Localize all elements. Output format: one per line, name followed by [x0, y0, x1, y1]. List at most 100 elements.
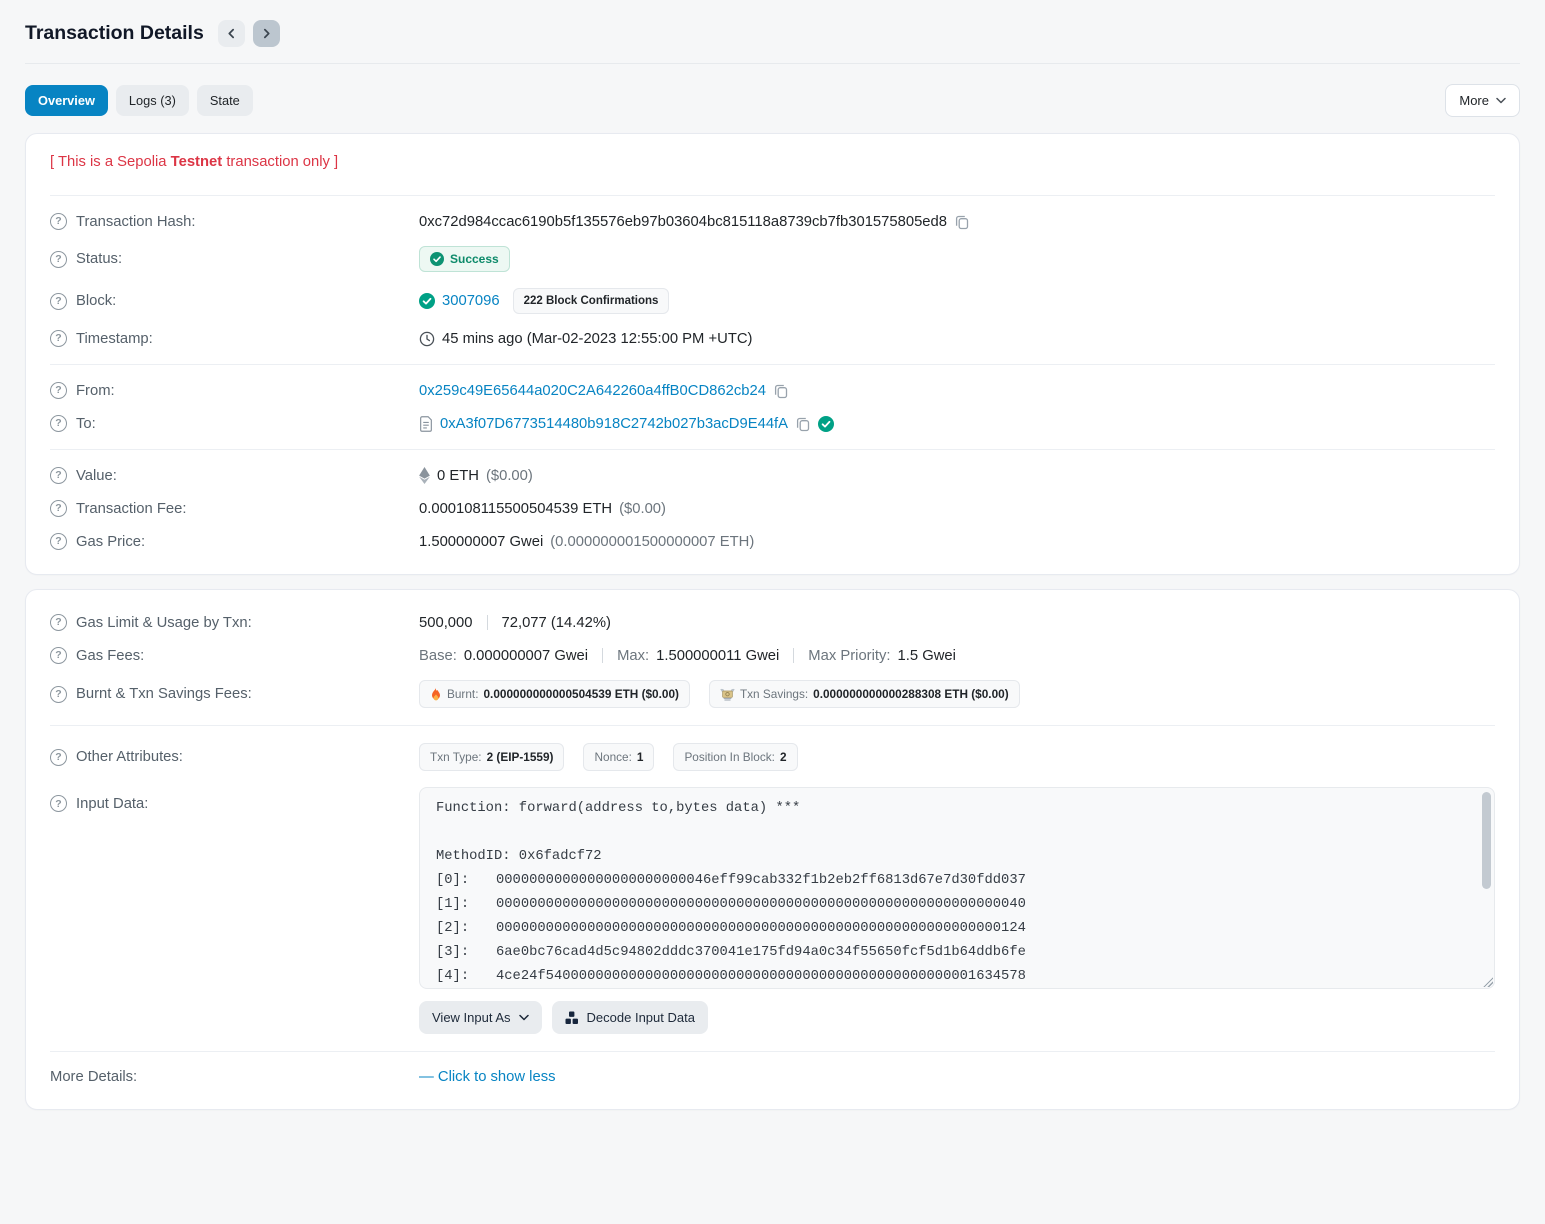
position-in-block-badge: Position In Block: 2 — [673, 743, 797, 771]
tab-state[interactable]: State — [197, 85, 253, 116]
from-label-group: From: — [50, 382, 419, 399]
verified-check-circle-icon — [818, 416, 834, 432]
burnt-value: 0.000000000000504539 ETH ($0.00) — [483, 687, 678, 701]
gas-price-label-group: Gas Price: — [50, 533, 419, 550]
tab-overview[interactable]: Overview — [25, 85, 108, 116]
txn-type-label: Txn Type: — [430, 750, 482, 764]
txn-type-badge: Txn Type: 2 (EIP-1559) — [419, 743, 564, 771]
input-blank-line — [436, 821, 1468, 845]
help-icon — [50, 382, 67, 399]
transaction-hash-value: 0xc72d984ccac6190b5f135576eb97b03604bc81… — [419, 214, 947, 230]
from-label: From: — [76, 383, 115, 399]
input-hex-row: [1]:000000000000000000000000000000000000… — [436, 893, 1468, 917]
input-methodid-line: MethodID: 0x6fadcf72 — [436, 845, 1468, 869]
gas-fees-row: Gas Fees: Base: 0.000000007 Gwei Max: 1.… — [50, 639, 1495, 672]
transaction-details-page: Transaction Details Overview Logs (3) St… — [0, 0, 1545, 1128]
help-icon — [50, 795, 67, 812]
help-icon — [50, 213, 67, 230]
vertical-divider — [487, 615, 488, 630]
transaction-hash-row: Transaction Hash: 0xc72d984ccac6190b5f13… — [50, 205, 1495, 238]
help-icon — [50, 533, 67, 550]
to-address-link[interactable]: 0xA3f07D6773514480b918C2742b027b3acD9E44… — [440, 416, 788, 432]
gas-price-eth: (0.000000001500000007 ETH) — [550, 534, 754, 550]
gas-max-label: Max: — [617, 648, 649, 664]
view-input-as-label: View Input As — [432, 1010, 511, 1025]
input-data-actions: View Input As Decode Input Data — [419, 1001, 1495, 1034]
value-usd: ($0.00) — [486, 468, 533, 484]
section-divider — [50, 725, 1495, 726]
burnt-savings-label-group: Burnt & Txn Savings Fees: — [50, 686, 419, 703]
gas-fees-label: Gas Fees: — [76, 648, 144, 664]
txn-savings-label: Txn Savings: — [740, 687, 808, 701]
help-icon — [50, 251, 67, 268]
gas-max-priority-label: Max Priority: — [808, 648, 890, 664]
position-in-block-label: Position In Block: — [684, 750, 775, 764]
gas-base-value: 0.000000007 Gwei — [464, 648, 588, 664]
input-data-textarea[interactable]: Function: forward(address to,bytes data)… — [419, 787, 1495, 989]
resize-grip[interactable] — [1482, 976, 1493, 987]
txn-savings-value: 0.000000000000288308 ETH ($0.00) — [813, 687, 1008, 701]
gas-price-row: Gas Price: 1.500000007 Gwei (0.000000001… — [50, 525, 1495, 558]
section-divider — [50, 1051, 1495, 1052]
decode-blocks-icon — [565, 1011, 579, 1025]
gas-fees-label-group: Gas Fees: — [50, 647, 419, 664]
help-icon — [50, 614, 67, 631]
decode-input-data-button[interactable]: Decode Input Data — [552, 1001, 708, 1034]
block-label-group: Block: — [50, 293, 419, 310]
more-dropdown-button[interactable]: More — [1445, 84, 1520, 117]
nonce-badge: Nonce: 1 — [583, 743, 654, 771]
status-badge: Success — [419, 246, 510, 272]
burnt-fees-badge: Burnt: 0.000000000000504539 ETH ($0.00) — [419, 680, 690, 708]
copy-icon[interactable] — [773, 383, 789, 399]
transaction-hash-label: Transaction Hash: — [76, 214, 196, 230]
input-hex-row: [2]:000000000000000000000000000000000000… — [436, 917, 1468, 941]
gas-price-label: Gas Price: — [76, 534, 145, 550]
overview-card-details: Gas Limit & Usage by Txn: 500,000 72,077… — [25, 589, 1520, 1110]
status-label-group: Status: — [50, 251, 419, 268]
view-input-as-button[interactable]: View Input As — [419, 1001, 542, 1034]
transaction-hash-label-group: Transaction Hash: — [50, 213, 419, 230]
value-label: Value: — [76, 468, 117, 484]
chevron-left-icon — [226, 28, 237, 39]
section-divider — [50, 449, 1495, 450]
input-data-label: Input Data: — [76, 796, 148, 812]
copy-icon[interactable] — [954, 214, 970, 230]
help-icon — [50, 686, 67, 703]
more-dropdown-label: More — [1459, 93, 1489, 108]
burnt-savings-label: Burnt & Txn Savings Fees: — [76, 686, 252, 702]
chevron-right-icon — [261, 28, 272, 39]
tab-logs[interactable]: Logs (3) — [116, 85, 189, 116]
show-less-link[interactable]: — Click to show less — [419, 1069, 556, 1085]
section-divider — [50, 364, 1495, 365]
tab-bar: Overview Logs (3) State More — [25, 84, 1520, 117]
timestamp-label: Timestamp: — [76, 331, 153, 347]
block-number-link[interactable]: 3007096 — [442, 293, 500, 309]
value-eth: 0 ETH — [437, 468, 479, 484]
more-details-row: More Details: — Click to show less — [50, 1061, 1495, 1093]
gas-usage-value: 72,077 (14.42%) — [502, 615, 611, 631]
more-details-label: More Details: — [50, 1069, 137, 1085]
timestamp-value: 45 mins ago (Mar-02-2023 12:55:00 PM +UT… — [442, 331, 752, 347]
input-scrollbar-thumb[interactable] — [1482, 792, 1491, 889]
status-label: Status: — [76, 251, 122, 267]
transaction-fee-eth: 0.000108115500504539 ETH — [419, 501, 612, 517]
nonce-value: 1 — [637, 750, 644, 764]
input-data-row: Input Data: Function: forward(address to… — [50, 779, 1495, 1042]
from-address-link[interactable]: 0x259c49E65644a020C2A642260a4ffB0CD862cb… — [419, 383, 766, 399]
header-divider — [25, 63, 1520, 64]
timestamp-label-group: Timestamp: — [50, 330, 419, 347]
gas-limit-value: 500,000 — [419, 615, 473, 631]
flame-icon — [430, 687, 442, 701]
status-row: Status: Success — [50, 238, 1495, 280]
value-row: Value: 0 ETH ($0.00) — [50, 459, 1495, 492]
clock-icon — [419, 331, 435, 347]
chevron-down-icon — [1496, 97, 1506, 104]
check-circle-icon — [419, 293, 435, 309]
next-transaction-button[interactable] — [253, 20, 280, 47]
copy-icon[interactable] — [795, 416, 811, 432]
from-row: From: 0x259c49E65644a020C2A642260a4ffB0C… — [50, 374, 1495, 407]
gas-max-priority-value: 1.5 Gwei — [898, 648, 956, 664]
transaction-fee-label-group: Transaction Fee: — [50, 500, 419, 517]
previous-transaction-button[interactable] — [218, 20, 245, 47]
input-hex-row: [3]:6ae0bc76cad4d5c94802dddc370041e175fd… — [436, 941, 1468, 965]
